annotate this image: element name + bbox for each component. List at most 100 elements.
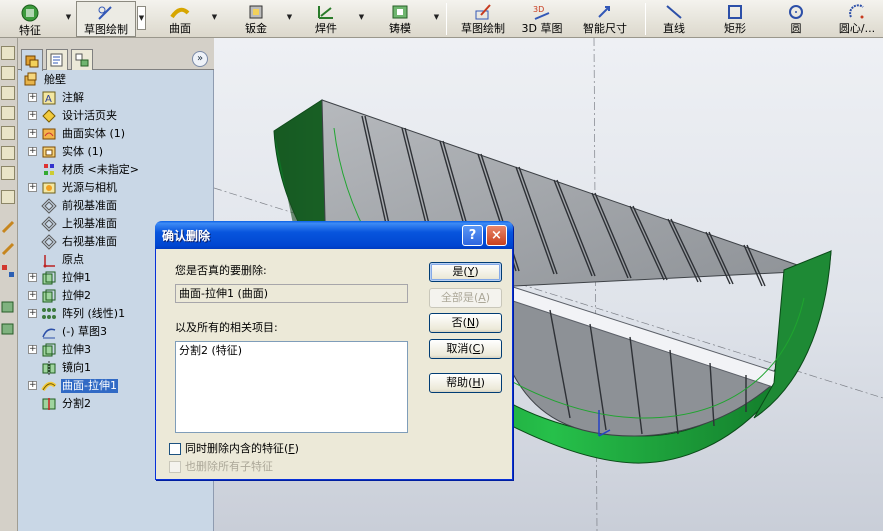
view-icon[interactable] [1,106,15,120]
cancel-button[interactable]: 取消(C) [429,339,502,359]
toolbar-label: 智能尺寸 [583,22,627,35]
plane-icon [41,234,57,250]
tree-item[interactable]: + 光源与相机 [18,179,214,197]
dialog-title-bar[interactable]: 确认删除 ? × [155,221,513,249]
expand-toggle[interactable]: + [28,309,37,318]
toolbar-circle-button[interactable]: 圆 [776,1,816,37]
origin-icon [43,255,55,268]
tree-item[interactable]: + 曲面实体 (1) [18,125,214,143]
tree-item-label: 右视基准面 [62,235,117,248]
expand-toggle[interactable]: + [28,381,37,390]
yes-button[interactable]: 是(Y) [429,262,502,282]
tree-item-label: 材质 <未指定> [62,163,139,176]
yes-to-all-button[interactable]: 全部是(A) [429,288,502,308]
sheet-metal-dropdown-arrow[interactable]: ▼ [285,12,294,22]
expand-toggle[interactable]: + [28,291,37,300]
view-icon[interactable] [1,126,15,140]
mold-dropdown-arrow[interactable]: ▼ [432,12,441,22]
tree-item-label: 上视基准面 [62,217,117,230]
toolbar-line-button[interactable]: 直线 [654,1,694,37]
tree-item[interactable]: 材质 <未指定> [18,161,214,179]
expand-toggle[interactable]: + [28,147,37,156]
pencil-icon[interactable] [1,242,15,256]
close-caption-button[interactable]: × [486,225,507,246]
property-manager-icon [50,53,63,67]
property-manager-tab[interactable] [46,49,68,70]
toolbar-center-arc-button[interactable]: 圆心/... [832,1,882,37]
toolbar-smart-dimension-button[interactable]: 智能尺寸 [578,1,632,37]
delete-item-field: 曲面-拉伸1 (曲面) [175,284,408,303]
view-icon[interactable] [1,146,15,160]
surface-bodies-icon [42,128,56,140]
toolbar-sketch-draw-button[interactable]: 草图绘制 [456,1,510,37]
tree-item-label: 曲面-拉伸1 [61,379,118,393]
expand-panel-button[interactable]: » [192,51,208,67]
help-caption-button[interactable]: ? [462,225,483,246]
solid-bodies-icon [42,146,56,158]
toolbar-rectangle-button[interactable]: 矩形 [715,1,755,37]
feature-manager-tabs: » [18,38,214,71]
grid-icon[interactable] [1,264,15,278]
command-toolbar: 特征 ▼ 草图绘制 ▼ 曲面 ▼ 钣金 ▼ 焊件 ▼ 铸模 ▼ 草图绘制 3D … [0,0,883,38]
tree-item[interactable]: 前视基准面 [18,197,214,215]
tree-item-label: 镜向1 [62,361,91,374]
weldment-dropdown-arrow[interactable]: ▼ [357,12,366,22]
toolbar-weldment-button[interactable]: 焊件 [306,1,346,37]
no-button[interactable]: 否(N) [429,313,502,333]
help-button[interactable]: 帮助(H) [429,373,502,393]
tree-item[interactable]: + A 注解 [18,89,214,107]
delete-children-checkbox[interactable] [169,461,181,473]
view-icon[interactable] [1,66,15,80]
center-arc-icon [849,4,864,19]
toolbar-label: 草图绘制 [461,22,505,35]
toolbar-separator [446,3,447,35]
feature-icon[interactable] [1,322,15,336]
annotation-icon: A [42,91,56,105]
rectangle-icon [728,5,742,19]
list-item[interactable]: 分割2 (特征) [179,344,242,358]
pencil-icon[interactable] [1,220,15,234]
tree-item[interactable]: + 实体 (1) [18,143,214,161]
view-icon[interactable] [1,166,15,180]
expand-toggle[interactable]: + [28,93,37,102]
line-icon [666,5,682,19]
view-icon[interactable] [1,46,15,60]
delete-question-label: 您是否真的要删除: [175,264,267,277]
sketch-dropdown-arrow[interactable]: ▼ [137,6,146,30]
features-dropdown-arrow[interactable]: ▼ [64,12,73,22]
view-icon[interactable] [1,190,15,204]
tree-item[interactable]: + 设计活页夹 [18,107,214,125]
dialog-title: 确认删除 [162,229,211,243]
tree-item-label: 拉伸2 [62,289,91,302]
toolbar-label: 圆心/... [838,22,876,35]
toolbar-surface-button[interactable]: 曲面 [160,1,200,37]
configuration-manager-tab[interactable] [71,49,93,70]
smart-dimension-icon [598,6,610,18]
svg-text:A: A [45,94,52,105]
part-icon [24,72,37,86]
expand-toggle[interactable]: + [28,273,37,282]
feature-icon[interactable] [1,300,15,314]
tree-item[interactable]: 舱壁 [18,71,214,89]
expand-toggle[interactable]: + [28,111,37,120]
view-icon[interactable] [1,86,15,100]
extrude-icon [42,343,56,357]
toolbar-separator [645,3,646,35]
toolbar-sketch-button[interactable]: 草图绘制 [76,1,136,37]
expand-toggle[interactable]: + [28,129,37,138]
features-icon [21,4,39,22]
related-items-list[interactable]: 分割2 (特征) [175,341,408,433]
delete-absorbed-checkbox[interactable] [169,443,181,455]
mold-icon [392,5,408,19]
tree-item-label: 原点 [62,253,84,266]
tree-item-label: 拉伸1 [62,271,91,284]
toolbar-mold-button[interactable]: 铸模 [380,1,420,37]
tree-item-label: 注解 [62,91,84,104]
feature-tree-tab[interactable] [21,49,43,71]
toolbar-3d-sketch-button[interactable]: 3D 3D 草图 [518,1,566,37]
expand-toggle[interactable]: + [28,345,37,354]
surface-dropdown-arrow[interactable]: ▼ [210,12,219,22]
toolbar-features-button[interactable]: 特征 [6,1,54,37]
toolbar-sheet-metal-button[interactable]: 钣金 [236,1,276,37]
expand-toggle[interactable]: + [28,183,37,192]
